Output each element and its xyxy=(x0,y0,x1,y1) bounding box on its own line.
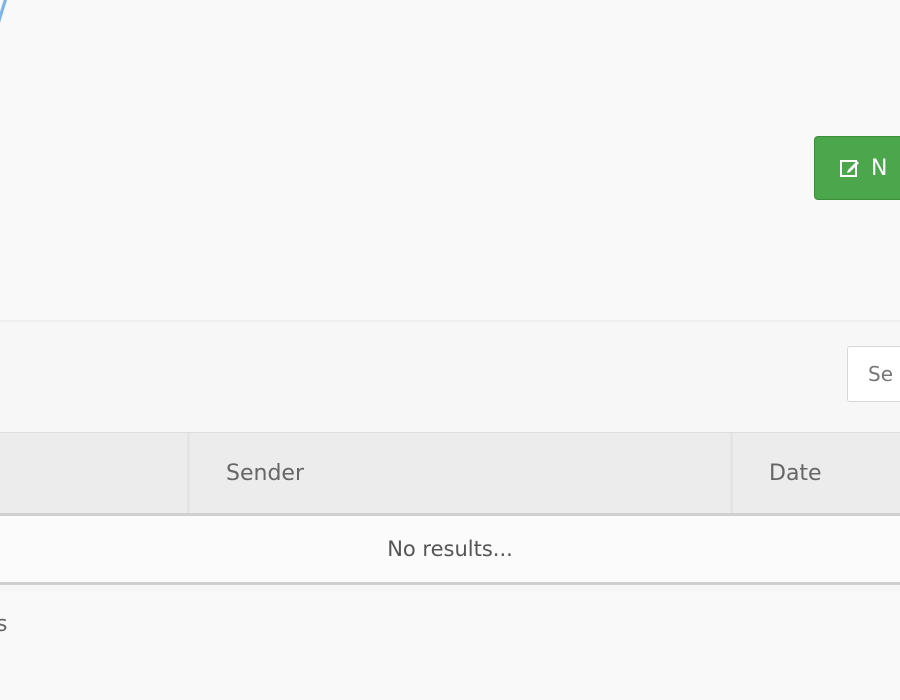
empty-results-text: No results... xyxy=(387,537,513,561)
search-input[interactable]: Se xyxy=(847,346,900,402)
search-placeholder: Se xyxy=(868,362,893,386)
column-header-date[interactable]: Date xyxy=(733,433,900,513)
edit-icon xyxy=(839,157,861,179)
column-header-sender[interactable]: Sender xyxy=(190,433,733,513)
empty-results-row: No results... xyxy=(0,516,900,585)
column-header-first[interactable] xyxy=(0,433,190,513)
table-info-text: s xyxy=(0,612,8,637)
new-message-button[interactable]: N xyxy=(814,136,900,200)
page: / N Se Sender Date No results... s xyxy=(0,0,900,700)
table-header: Sender Date xyxy=(0,432,900,516)
page-title: / xyxy=(0,0,7,38)
messages-table: Sender Date No results... xyxy=(0,432,900,585)
new-message-label: N xyxy=(871,155,888,181)
